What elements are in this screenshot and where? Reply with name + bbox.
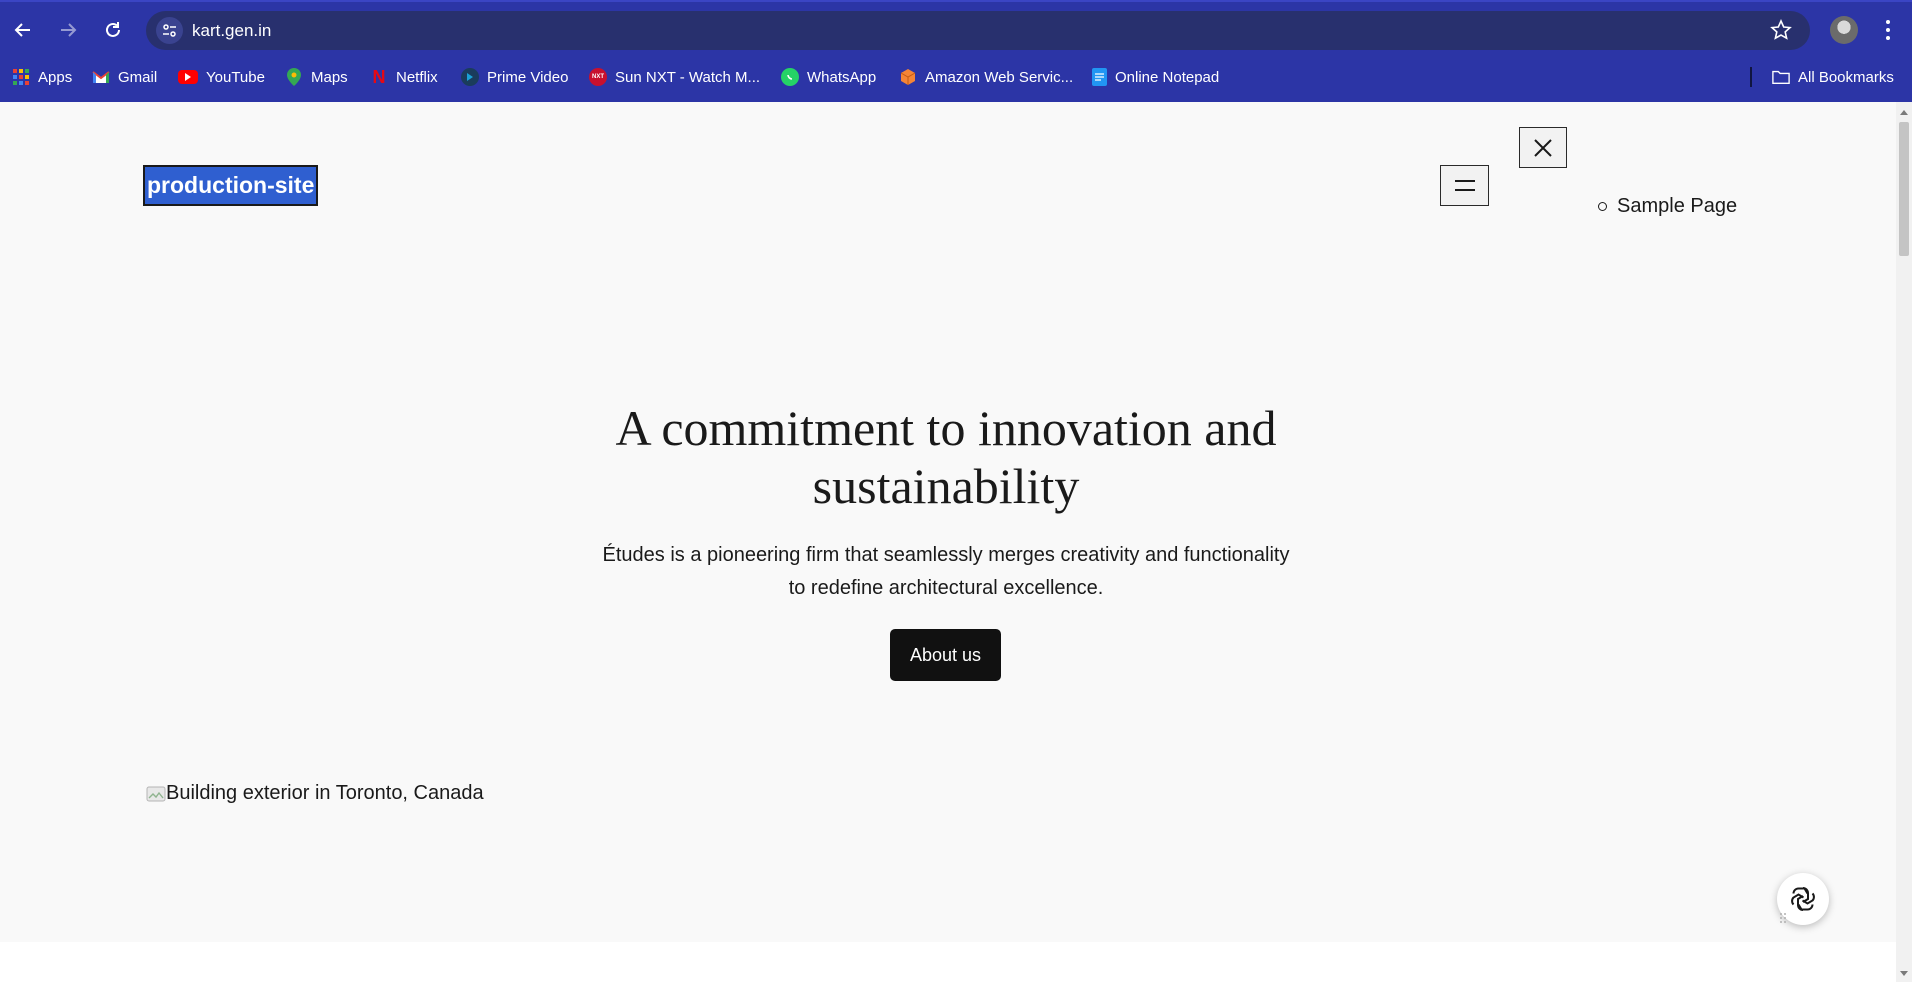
hamburger-line	[1454, 180, 1475, 182]
bookmark-label: Gmail	[118, 68, 158, 86]
menu-open-button[interactable]	[1440, 165, 1489, 206]
address-bar[interactable]: kart.gen.in	[146, 11, 1810, 50]
prime-video-icon	[461, 68, 479, 86]
bookmarks-separator	[1750, 67, 1752, 87]
scroll-up-arrow-icon[interactable]	[1900, 110, 1908, 115]
bookmark-label: Online Notepad	[1115, 68, 1220, 86]
notepad-icon	[1092, 68, 1107, 86]
menu-close-button[interactable]	[1519, 127, 1567, 168]
scrollbar-thumb[interactable]	[1899, 122, 1909, 256]
gmail-icon	[92, 68, 110, 86]
back-button[interactable]	[5, 12, 41, 48]
openai-knot-icon	[1791, 887, 1815, 911]
all-bookmarks-label: All Bookmarks	[1798, 68, 1894, 86]
bookmark-label: Prime Video	[487, 68, 569, 86]
site-title-link[interactable]: production-site	[142, 165, 319, 206]
page-footer-strip	[0, 942, 1896, 982]
bookmark-label: Maps	[311, 68, 348, 86]
maps-pin-icon	[285, 68, 303, 86]
broken-image-icon	[146, 786, 166, 801]
bookmark-sun-nxt[interactable]: NXT Sun NXT - Watch M...	[589, 66, 760, 88]
bookmark-apps[interactable]: Apps	[12, 66, 72, 88]
vertical-scrollbar[interactable]	[1896, 102, 1912, 982]
browser-toolbar: kart.gen.in Apps Gmail YouTube Maps N Ne…	[0, 0, 1912, 102]
arrow-right-icon	[61, 23, 77, 37]
bookmark-netflix[interactable]: N Netflix	[370, 66, 438, 88]
bookmark-aws[interactable]: Amazon Web Servic...	[899, 66, 1073, 88]
bookmark-prime-video[interactable]: Prime Video	[461, 66, 568, 88]
hamburger-line	[1454, 189, 1475, 191]
forward-button[interactable]	[50, 12, 86, 48]
hero-heading: A commitment to innovation and sustainab…	[615, 400, 1277, 514]
window-edge	[0, 0, 1912, 2]
bookmark-whatsapp[interactable]: WhatsApp	[781, 66, 876, 88]
list-bullet-icon	[1598, 202, 1607, 211]
youtube-icon	[178, 70, 198, 84]
url-text[interactable]: kart.gen.in	[192, 21, 271, 41]
bookmark-youtube[interactable]: YouTube	[178, 66, 265, 88]
reload-button[interactable]	[95, 12, 131, 48]
apps-grid-icon	[12, 68, 30, 86]
sun-nxt-icon: NXT	[589, 68, 607, 86]
bookmark-label: WhatsApp	[807, 68, 877, 86]
folder-icon	[1772, 68, 1790, 86]
bookmark-maps[interactable]: Maps	[285, 66, 348, 88]
bookmark-gmail[interactable]: Gmail	[92, 66, 157, 88]
bookmark-label: Netflix	[396, 68, 438, 86]
nav-item-label: Sample Page	[1617, 195, 1738, 217]
building-image: Building exterior in Toronto, Canada	[146, 782, 484, 805]
about-us-button[interactable]: About us	[890, 629, 1001, 681]
netflix-icon: N	[372, 66, 386, 87]
nav-menu-item-sample-page[interactable]: Sample Page	[1598, 195, 1737, 218]
site-settings-icon[interactable]	[156, 17, 183, 44]
hero-description: Études is a pioneering firm that seamles…	[602, 544, 1290, 599]
arrow-left-icon	[14, 23, 30, 37]
all-bookmarks-button[interactable]: All Bookmarks	[1772, 66, 1894, 88]
image-alt-text: Building exterior in Toronto, Canada	[166, 782, 484, 804]
close-icon	[1534, 138, 1552, 157]
scroll-down-arrow-icon[interactable]	[1900, 971, 1908, 976]
aws-box-icon	[899, 68, 917, 86]
drag-handle-icon[interactable]	[1779, 912, 1787, 924]
bookmark-label: Sun NXT - Watch M...	[615, 68, 761, 86]
bookmark-online-notepad[interactable]: Online Notepad	[1092, 66, 1219, 88]
bookmarks-bar: Apps Gmail YouTube Maps N Netflix Prime …	[0, 60, 1912, 92]
bookmark-label: Apps	[38, 68, 73, 86]
reload-icon	[106, 22, 120, 37]
browser-menu-button[interactable]	[1880, 14, 1896, 46]
bookmark-label: YouTube	[206, 68, 265, 86]
whatsapp-icon	[781, 68, 799, 86]
page-viewport	[0, 102, 1896, 942]
bookmark-star-icon[interactable]	[1770, 19, 1792, 41]
bookmark-label: Amazon Web Servic...	[925, 68, 1074, 86]
profile-avatar[interactable]	[1830, 16, 1858, 44]
